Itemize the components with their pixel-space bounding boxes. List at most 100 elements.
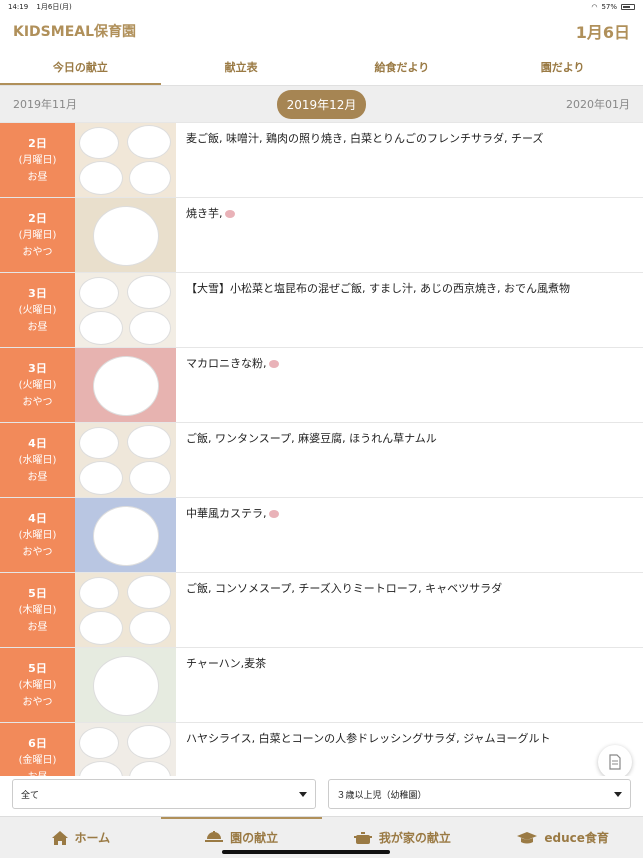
meal-menu-text: ご飯, ワンタンスープ, 麻婆豆腐, ほうれん草ナムル [186, 432, 437, 445]
meal-day: 2日 [28, 211, 47, 225]
meal-photo[interactable] [75, 273, 176, 347]
plate-image [93, 656, 159, 716]
meal-type: お昼 [27, 621, 48, 633]
meal-menu-text: 焼き芋, [186, 207, 223, 220]
plate-image [127, 275, 171, 309]
meal-date: 3日 (火曜日) おやつ [0, 348, 75, 422]
plate-image [129, 611, 171, 645]
plate-image [93, 356, 159, 416]
plate-image [127, 575, 171, 609]
meal-date: 2日 (月曜日) おやつ [0, 198, 75, 272]
meal-date: 6日 (金曜日) お昼 [0, 723, 75, 776]
meal-row[interactable]: 6日 (金曜日) お昼 ハヤシライス, 白菜とコーンの人参ドレッシングサラダ, ジャム… [0, 723, 643, 776]
top-tabs: 今日の献立 献立表 給食だより 園だより [0, 48, 643, 86]
meal-type: おやつ [22, 246, 53, 258]
plate-image [79, 461, 123, 495]
age-group-select-value: ３歳以上児（幼稚園） [336, 790, 427, 801]
status-bar: 14:19 1月6日(月) ◠ 57% [0, 0, 643, 14]
meal-type: お昼 [27, 321, 48, 333]
month-selector: 2019年11月 2019年12月 2020年01月 [0, 86, 643, 122]
prev-month-button[interactable]: 2019年11月 [13, 96, 77, 112]
pot-icon [353, 831, 372, 844]
next-month-button[interactable]: 2020年01月 [566, 96, 630, 112]
meal-row[interactable]: 3日 (火曜日) お昼 【大雪】小松菜と塩昆布の混ぜご飯, すまし汁, あじの西京焼き… [0, 273, 643, 348]
meal-day: 5日 [28, 661, 47, 675]
document-button[interactable] [598, 745, 632, 779]
nav-home[interactable]: ホーム [0, 817, 161, 858]
category-select[interactable]: 全て [12, 779, 316, 809]
meal-type: おやつ [22, 696, 53, 708]
plate-image [93, 206, 159, 266]
tab-school-letter[interactable]: 園だより [482, 48, 643, 85]
meal-row[interactable]: 5日 (木曜日) おやつ チャーハン,麦茶 [0, 648, 643, 723]
meal-photo[interactable] [75, 123, 176, 197]
plate-image [127, 725, 171, 759]
meal-menu: ご飯, コンソメスープ, チーズ入りミートローフ, キャベツサラダ [176, 573, 643, 647]
current-month[interactable]: 2019年12月 [276, 89, 367, 119]
meal-type: お昼 [28, 769, 48, 777]
meal-menu-text: マカロニきな粉, [186, 357, 267, 370]
meal-row[interactable]: 2日 (月曜日) おやつ 焼き芋, [0, 198, 643, 273]
wifi-icon: ◠ [591, 3, 598, 11]
meal-photo[interactable] [75, 348, 176, 422]
nav-educe[interactable]: educe食育 [482, 817, 643, 858]
meal-row[interactable]: 2日 (月曜日) お昼 麦ご飯, 味噌汁, 鶏肉の照り焼き, 白菜とりんごのフレンチサ… [0, 123, 643, 198]
today-date: 1月6日 [575, 23, 630, 42]
meal-photo[interactable] [75, 573, 176, 647]
meal-type: おやつ [22, 546, 53, 558]
meal-photo[interactable] [75, 423, 176, 497]
meal-photo[interactable] [75, 648, 176, 722]
nav-home-menu-label: 我が家の献立 [378, 831, 451, 845]
meal-menu-text: 【大雪】小松菜と塩昆布の混ぜご飯, すまし汁, あじの西京焼き, おでん風煮物 [186, 282, 570, 295]
pig-icon [224, 210, 235, 218]
meal-type: お昼 [27, 471, 48, 483]
meal-day: 4日 [28, 436, 47, 450]
category-select-value: 全て [21, 790, 40, 801]
brand-title: KIDSMEAL保育園 [13, 24, 137, 40]
nav-home-label: ホーム [74, 831, 111, 845]
meal-menu: マカロニきな粉, [176, 348, 643, 422]
plate-image [129, 311, 171, 345]
meal-day: 6日 [28, 736, 47, 750]
meal-menu: 麦ご飯, 味噌汁, 鶏肉の照り焼き, 白菜とりんごのフレンチサラダ, チーズ [176, 123, 643, 197]
meal-menu-text: ハヤシライス, 白菜とコーンの人参ドレッシングサラダ, ジャムヨーグルト [186, 732, 551, 745]
tab-today-menu[interactable]: 今日の献立 [0, 48, 161, 85]
meal-list[interactable]: 2日 (月曜日) お昼 麦ご飯, 味噌汁, 鶏肉の照り焼き, 白菜とりんごのフレンチサ… [0, 122, 643, 776]
meal-menu: ご飯, ワンタンスープ, 麻婆豆腐, ほうれん草ナムル [176, 423, 643, 497]
plate-image [79, 611, 123, 645]
meal-menu: 【大雪】小松菜と塩昆布の混ぜご飯, すまし汁, あじの西京焼き, おでん風煮物 [176, 273, 643, 347]
battery-percent: 57% [601, 3, 617, 11]
meal-row[interactable]: 3日 (火曜日) おやつ マカロニきな粉, [0, 348, 643, 423]
meal-weekday: (月曜日) [18, 154, 57, 166]
plate-image [79, 277, 119, 309]
meal-photo[interactable] [75, 198, 176, 272]
plate-image [129, 461, 171, 495]
meal-date: 5日 (木曜日) お昼 [0, 573, 75, 647]
meal-row[interactable]: 4日 (水曜日) おやつ 中華風カステラ, [0, 498, 643, 573]
meal-photo[interactable] [75, 498, 176, 572]
graduation-cap-icon [517, 831, 538, 843]
age-group-select[interactable]: ３歳以上児（幼稚園） [327, 779, 631, 809]
meal-weekday: (水曜日) [18, 529, 57, 541]
status-time: 14:19 [8, 3, 29, 11]
plate-image [129, 161, 171, 195]
meal-row[interactable]: 5日 (木曜日) お昼 ご飯, コンソメスープ, チーズ入りミートローフ, キャベツサ… [0, 573, 643, 648]
meal-row[interactable]: 4日 (水曜日) お昼 ご飯, ワンタンスープ, 麻婆豆腐, ほうれん草ナムル [0, 423, 643, 498]
nav-school-menu-label: 園の献立 [230, 831, 279, 845]
meal-day: 3日 [28, 286, 47, 300]
dish-icon [205, 830, 224, 842]
tab-lunch-letter[interactable]: 給食だより [322, 48, 483, 85]
meal-date: 4日 (水曜日) お昼 [0, 423, 75, 497]
meal-weekday: (木曜日) [18, 679, 57, 691]
meal-menu-text: 中華風カステラ, [186, 507, 267, 520]
pig-icon [268, 510, 279, 518]
plate-image [129, 761, 171, 776]
meal-weekday: (火曜日) [18, 304, 57, 316]
meal-day: 4日 [28, 511, 47, 525]
filter-bar: 全て ３歳以上児（幼稚園） [0, 776, 643, 816]
plate-image [79, 311, 123, 345]
meal-photo[interactable] [75, 723, 176, 776]
nav-educe-label: educe食育 [544, 831, 609, 845]
tab-menu-table[interactable]: 献立表 [161, 48, 322, 85]
meal-menu: 焼き芋, [176, 198, 643, 272]
